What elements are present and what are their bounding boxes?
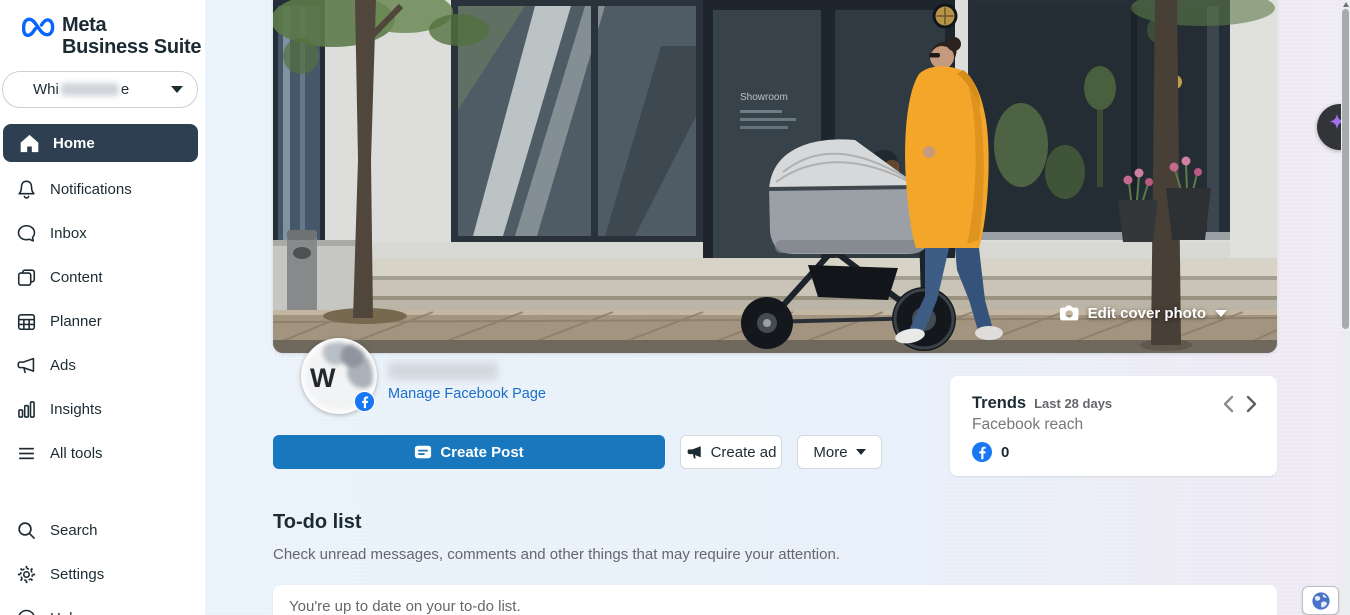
cover-photo: Showroom — [273, 0, 1277, 353]
search-icon — [16, 520, 37, 541]
scrollbar-thumb[interactable] — [1342, 9, 1349, 329]
camera-icon — [1060, 305, 1079, 322]
todo-section-title: To-do list — [273, 511, 362, 534]
cover-photo-illustration: Showroom — [273, 0, 1277, 353]
chevron-down-icon — [1215, 310, 1227, 317]
sidebar-item-notifications[interactable]: Notifications — [0, 167, 205, 211]
edit-cover-photo-button[interactable]: Edit cover photo — [1060, 305, 1227, 322]
help-icon: ? — [16, 608, 37, 615]
sidebar-item-content[interactable]: Content — [0, 255, 205, 299]
sidebar-item-planner[interactable]: Planner — [0, 299, 205, 343]
todo-list-card: You're up to date on your to-do list. — [273, 585, 1277, 615]
brand-name: Meta Business Suite — [62, 14, 201, 58]
chevron-right-icon[interactable] — [1246, 395, 1257, 413]
trends-card: Trends Last 28 days Facebook reach 0 — [950, 376, 1277, 476]
meta-infinity-icon — [22, 16, 58, 38]
sidebar-item-home[interactable]: Home — [3, 124, 198, 162]
avatar-letter: W — [310, 363, 335, 394]
scrollbar-up-arrow[interactable] — [1343, 2, 1349, 7]
chevron-left-icon[interactable] — [1223, 395, 1234, 413]
svg-text:Showroom: Showroom — [740, 92, 788, 103]
post-icon — [414, 444, 432, 460]
sidebar-item-search[interactable]: Search — [0, 508, 205, 552]
translate-page-button[interactable] — [1302, 586, 1339, 615]
account-name: Whi e — [33, 81, 129, 98]
todo-empty-state: You're up to date on your to-do list. — [289, 598, 1277, 615]
sidebar-item-insights[interactable]: Insights — [0, 387, 205, 431]
sidebar-item-help[interactable]: ? Help — [0, 596, 205, 615]
facebook-reach-value: 0 — [1001, 444, 1009, 461]
trends-title: Trends — [972, 394, 1026, 413]
globe-icon — [1311, 591, 1331, 611]
create-ad-button[interactable]: Create ad — [680, 435, 782, 469]
todo-section-description: Check unread messages, comments and othe… — [273, 546, 840, 563]
create-post-button[interactable]: Create Post — [273, 435, 665, 469]
page-scrollbar[interactable] — [1341, 0, 1350, 615]
sidebar-item-ads[interactable]: Ads — [0, 343, 205, 387]
content-stack-icon — [16, 267, 37, 288]
bell-icon — [16, 179, 37, 200]
bar-chart-icon — [16, 399, 37, 420]
page-avatar[interactable]: W — [301, 338, 377, 414]
business-account-selector[interactable]: Whi e — [2, 71, 198, 108]
home-icon — [19, 133, 40, 154]
menu-lines-icon — [16, 443, 37, 464]
sidebar-divider-gap — [0, 475, 205, 508]
facebook-icon — [972, 442, 992, 462]
meta-logo[interactable]: Meta Business Suite — [22, 14, 201, 58]
sidebar: Meta Business Suite Whi e Home Notificat… — [0, 0, 205, 615]
sidebar-item-all-tools[interactable]: All tools — [0, 431, 205, 475]
calendar-icon — [16, 311, 37, 332]
manage-facebook-page-link[interactable]: Manage Facebook Page — [388, 386, 546, 402]
facebook-badge-icon — [354, 391, 375, 412]
chevron-down-icon — [171, 86, 183, 93]
sidebar-item-settings[interactable]: Settings — [0, 552, 205, 596]
trends-period: Last 28 days — [1034, 396, 1112, 411]
gear-icon — [16, 564, 37, 585]
megaphone-icon — [686, 445, 703, 460]
page-name-redacted — [388, 362, 498, 380]
megaphone-icon — [16, 355, 37, 376]
meta-business-suite-app: Meta Business Suite Whi e Home Notificat… — [0, 0, 1350, 615]
trends-metric-label: Facebook reach — [972, 416, 1255, 434]
redacted-account-name — [61, 83, 119, 96]
chevron-down-icon — [856, 449, 866, 455]
chat-bubble-icon — [16, 223, 37, 244]
more-button[interactable]: More — [797, 435, 882, 469]
sidebar-item-inbox[interactable]: Inbox — [0, 211, 205, 255]
sidebar-nav: Home Notifications Inbox Content Planner… — [0, 122, 205, 615]
